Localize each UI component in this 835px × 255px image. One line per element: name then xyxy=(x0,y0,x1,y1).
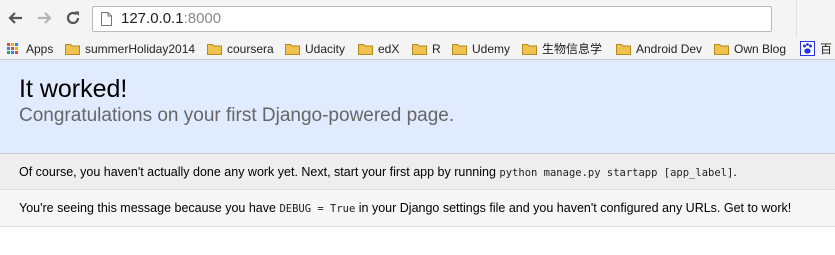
instructions-section: Of course, you haven't actually done any… xyxy=(0,154,835,190)
explanation-text: You're seeing this message because you h… xyxy=(19,200,791,217)
instructions-text-before: Of course, you haven't actually done any… xyxy=(19,165,500,179)
folder-icon xyxy=(522,43,537,55)
bookmark-folder[interactable]: Android Dev xyxy=(616,40,702,57)
toolbar-right-area xyxy=(796,0,835,37)
bookmark-label: 百 xyxy=(820,42,833,56)
bookmark-label: Apps xyxy=(26,41,54,56)
bookmark-baidu[interactable]: 百 xyxy=(800,40,832,57)
bookmark-folder[interactable]: Own Blog xyxy=(714,40,786,57)
back-button[interactable] xyxy=(6,9,24,27)
reload-icon xyxy=(66,11,80,25)
arrow-right-icon xyxy=(38,12,52,24)
page-subtitle: Congratulations on your first Django-pow… xyxy=(19,105,455,126)
debug-setting: DEBUG = True xyxy=(279,203,356,215)
url-port: :8000 xyxy=(183,10,222,27)
bookmark-folder[interactable]: Udacity xyxy=(285,40,345,57)
bookmark-folder[interactable]: 生物信息学 xyxy=(522,40,602,57)
folder-icon xyxy=(412,43,427,55)
arrow-left-icon xyxy=(8,12,22,24)
url-host: 127.0.0.1 xyxy=(121,10,184,27)
bookmark-label: Android Dev xyxy=(636,41,703,56)
bookmark-folder[interactable]: R xyxy=(412,40,441,57)
baidu-paw-icon xyxy=(800,41,815,56)
apps-grid-icon xyxy=(7,42,19,55)
bookmark-label: coursera xyxy=(227,41,274,56)
bookmark-label: R xyxy=(432,41,441,56)
bookmark-apps[interactable]: Apps xyxy=(7,40,53,57)
address-bar[interactable]: 127.0.0.1:8000 xyxy=(92,6,772,32)
folder-icon xyxy=(452,43,467,55)
bookmark-label: Own Blog xyxy=(734,41,787,56)
bookmark-label: Udacity xyxy=(305,41,346,56)
reload-button[interactable] xyxy=(64,9,82,27)
bookmark-folder[interactable]: Udemy xyxy=(452,40,510,57)
forward-button[interactable] xyxy=(36,9,54,27)
folder-icon xyxy=(65,43,80,55)
bookmark-folder[interactable]: edX xyxy=(358,40,399,57)
instructions-text: Of course, you haven't actually done any… xyxy=(19,164,737,181)
explanation-section: You're seeing this message because you h… xyxy=(0,190,835,227)
explanation-text-after: in your Django settings file and you hav… xyxy=(355,201,792,215)
folder-icon xyxy=(285,43,300,55)
bookmark-label: edX xyxy=(378,41,400,56)
summary-section: It worked! Congratulations on your first… xyxy=(0,60,835,154)
instructions-text-after: . xyxy=(733,165,737,179)
explanation-text-before: You're seeing this message because you h… xyxy=(19,201,280,215)
bookmark-folder[interactable]: coursera xyxy=(207,40,274,57)
folder-icon xyxy=(616,43,631,55)
folder-icon xyxy=(358,43,373,55)
bookmarks-bar: Apps summerHoliday2014 coursera Udacity … xyxy=(0,37,835,60)
page-icon xyxy=(101,12,112,26)
folder-icon xyxy=(714,43,729,55)
address-bar-url: 127.0.0.1:8000 xyxy=(121,10,221,28)
bookmark-label: 生物信息学 xyxy=(542,42,603,56)
folder-icon xyxy=(207,43,222,55)
startapp-command: python manage.py startapp [app_label] xyxy=(499,167,734,179)
page-title: It worked! xyxy=(19,75,128,103)
bookmark-label: Udemy xyxy=(472,41,511,56)
bookmark-label: summerHoliday2014 xyxy=(85,41,196,56)
browser-toolbar: 127.0.0.1:8000 xyxy=(0,0,835,37)
bookmark-folder[interactable]: summerHoliday2014 xyxy=(65,40,195,57)
